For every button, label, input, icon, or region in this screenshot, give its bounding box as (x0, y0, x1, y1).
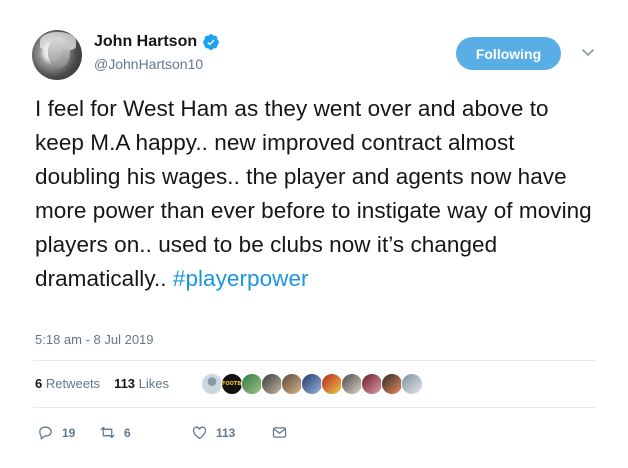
name-row: John Hartson (94, 33, 220, 51)
avatar[interactable] (32, 30, 82, 80)
heart-icon (192, 426, 207, 440)
reply-count: 19 (62, 425, 76, 440)
liker-avatar[interactable] (341, 373, 363, 395)
like-count: 113 (216, 425, 236, 440)
liker-avatar[interactable] (381, 373, 403, 395)
envelope-icon (272, 427, 287, 438)
liker-avatar[interactable] (281, 373, 303, 395)
tweet-text: I feel for West Ham as they went over an… (35, 92, 595, 296)
tweet-actions: 19 6 113 (37, 424, 288, 441)
retweets-stat[interactable]: 6 Retweets (35, 376, 100, 391)
retweets-count: 6 (35, 376, 43, 391)
following-button[interactable]: Following (456, 37, 561, 70)
retweet-button[interactable]: 6 (99, 424, 191, 441)
likes-count: 113 (114, 376, 136, 391)
divider (33, 360, 596, 361)
liker-avatar[interactable] (321, 373, 343, 395)
retweets-label: Retweets (45, 376, 101, 391)
verified-badge-icon (203, 34, 219, 50)
direct-message-button[interactable] (271, 424, 288, 441)
liker-avatar[interactable] (201, 373, 223, 395)
tweet-timestamp[interactable]: 5:18 am - 8 Jul 2019 (35, 332, 154, 347)
tweet-body: I feel for West Ham as they went over an… (35, 96, 592, 291)
hashtag-link[interactable]: #playerpower (173, 266, 309, 291)
chevron-down-icon[interactable] (582, 48, 594, 58)
reply-button[interactable]: 19 (37, 424, 99, 441)
like-button[interactable]: 113 (191, 424, 271, 441)
liker-avatar[interactable] (301, 373, 323, 395)
likes-stat[interactable]: 113 Likes (114, 376, 169, 391)
reply-icon (39, 426, 52, 440)
liker-avatar[interactable] (261, 373, 283, 395)
liker-avatar[interactable]: FOOTBALL (221, 373, 252, 395)
retweet-icon (100, 426, 115, 439)
liker-logo-text: FOOTBALL (222, 381, 252, 387)
liker-avatar[interactable] (361, 373, 383, 395)
tweet-stats: 6 Retweets 113 Likes (35, 376, 169, 391)
display-name[interactable]: John Hartson (94, 33, 197, 51)
likes-label: Likes (138, 376, 170, 391)
retweet-count: 6 (124, 425, 131, 440)
user-handle[interactable]: @JohnHartson10 (94, 56, 203, 72)
likers-avatars: FOOTBALL (201, 373, 423, 395)
liker-avatar[interactable] (241, 373, 263, 395)
tweet-card: John Hartson @JohnHartson10 Following I … (0, 0, 628, 468)
avatar-face (48, 38, 70, 68)
divider (33, 407, 596, 408)
liker-avatar[interactable] (401, 373, 423, 395)
